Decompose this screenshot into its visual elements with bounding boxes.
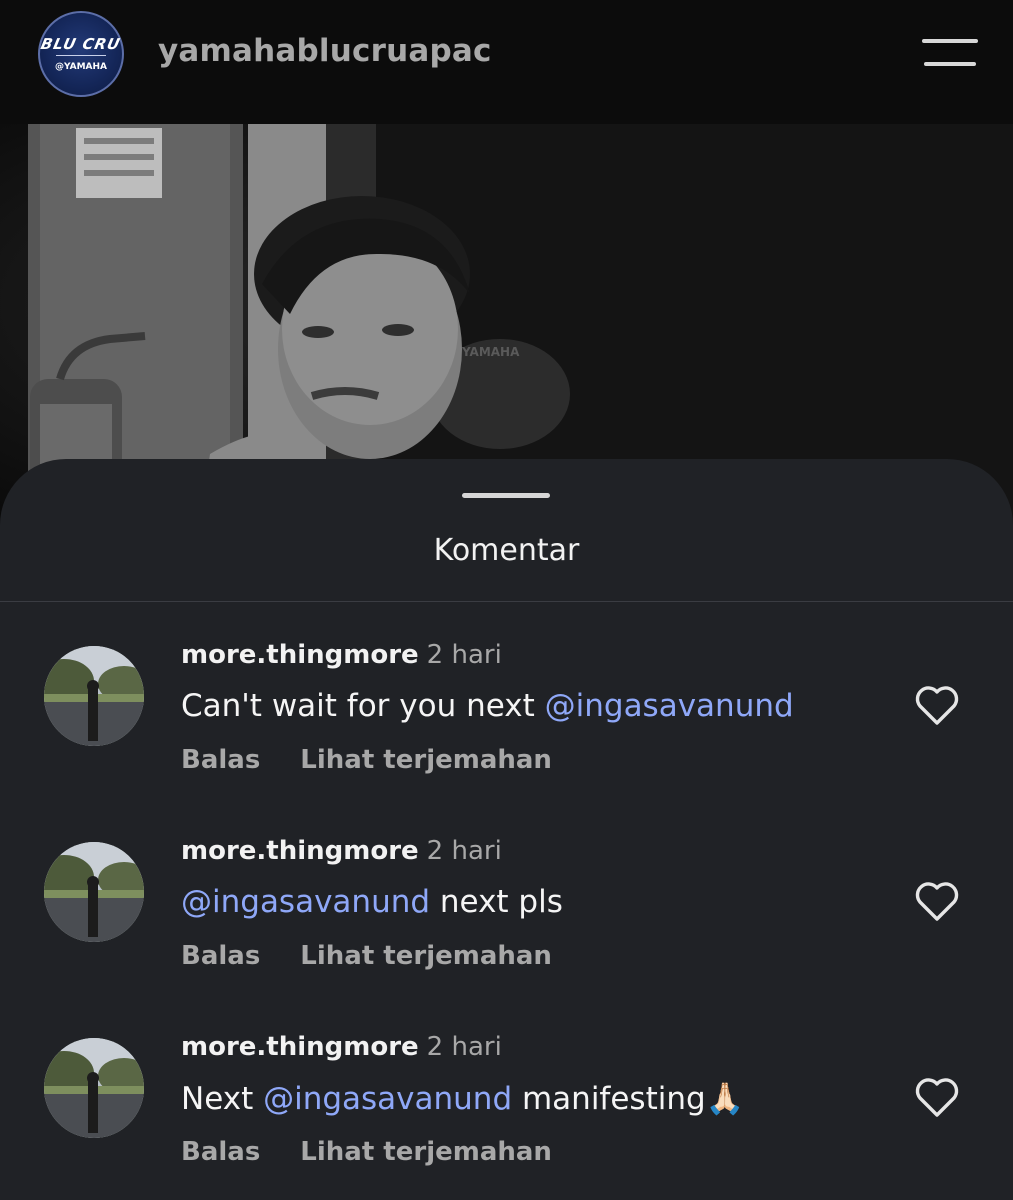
- avatar[interactable]: [44, 1038, 144, 1138]
- top-bar: BLU CRU @YAMAHA yamahablucruapac: [0, 0, 1013, 124]
- comment-text: @ingasavanund next pls: [181, 884, 563, 920]
- comment-meta: more.thingmore 2 hari: [181, 836, 502, 866]
- profile-username[interactable]: yamahablucruapac: [158, 33, 492, 69]
- avatar-image: [44, 1038, 144, 1138]
- logo-divider: [56, 54, 106, 56]
- see-translation-button[interactable]: Lihat terjemahan: [300, 941, 552, 971]
- reply-button[interactable]: Balas: [181, 941, 260, 971]
- comment-meta: more.thingmore 2 hari: [181, 640, 502, 670]
- avatar[interactable]: [44, 842, 144, 942]
- heart-icon[interactable]: [914, 1076, 960, 1118]
- comment-time: 2 hari: [426, 640, 502, 670]
- comment-text-after: next pls: [430, 884, 563, 920]
- mention-link[interactable]: @ingasavanund: [545, 688, 794, 724]
- reply-button[interactable]: Balas: [181, 745, 260, 775]
- see-translation-button[interactable]: Lihat terjemahan: [300, 745, 552, 775]
- comment-actions: Balas Lihat terjemahan: [181, 1137, 552, 1167]
- comment-text-before: Can't wait for you next: [181, 688, 545, 724]
- logo-brand: @YAMAHA: [54, 61, 108, 72]
- menu-bar-top: [922, 39, 978, 43]
- comment-text-before: Next: [181, 1081, 264, 1117]
- logo-text: BLU CRU: [39, 34, 123, 53]
- avatar[interactable]: [44, 646, 144, 746]
- comment-item: more.thingmore 2 hari Next @ingasavanund …: [0, 994, 1013, 1167]
- see-translation-button[interactable]: Lihat terjemahan: [300, 1137, 552, 1167]
- comment-text-after: manifesting🙏🏻: [512, 1081, 745, 1117]
- reply-button[interactable]: Balas: [181, 1137, 260, 1167]
- comment-time: 2 hari: [426, 836, 502, 866]
- comment-username[interactable]: more.thingmore: [181, 836, 419, 866]
- comment-item: more.thingmore 2 hari Can't wait for you …: [0, 602, 1013, 775]
- comment-time: 2 hari: [426, 1032, 502, 1062]
- heart-icon[interactable]: [914, 880, 960, 922]
- comment-username[interactable]: more.thingmore: [181, 1032, 419, 1062]
- comment-meta: more.thingmore 2 hari: [181, 1032, 502, 1062]
- avatar-image: [44, 842, 144, 942]
- mention-link[interactable]: @ingasavanund: [181, 884, 430, 920]
- hamburger-icon[interactable]: [922, 37, 980, 71]
- menu-bar-bottom: [924, 62, 976, 66]
- profile-logo[interactable]: BLU CRU @YAMAHA: [38, 11, 124, 97]
- avatar-image: [44, 646, 144, 746]
- drag-handle[interactable]: [462, 493, 550, 498]
- sheet-title: Komentar: [433, 533, 580, 568]
- mention-link[interactable]: @ingasavanund: [263, 1081, 512, 1117]
- comment-text: Can't wait for you next @ingasavanund: [181, 688, 794, 724]
- comments-sheet: Komentar more.thingmore 2 hari Can't wait…: [0, 459, 1013, 1200]
- comment-actions: Balas Lihat terjemahan: [181, 941, 552, 971]
- comment-username[interactable]: more.thingmore: [181, 640, 419, 670]
- svg-text:YAMAHA: YAMAHA: [461, 345, 520, 359]
- comment-actions: Balas Lihat terjemahan: [181, 745, 552, 775]
- comment-text: Next @ingasavanund manifesting🙏🏻: [181, 1080, 744, 1117]
- heart-icon[interactable]: [914, 684, 960, 726]
- comment-item: more.thingmore 2 hari @ingasavanund next …: [0, 798, 1013, 971]
